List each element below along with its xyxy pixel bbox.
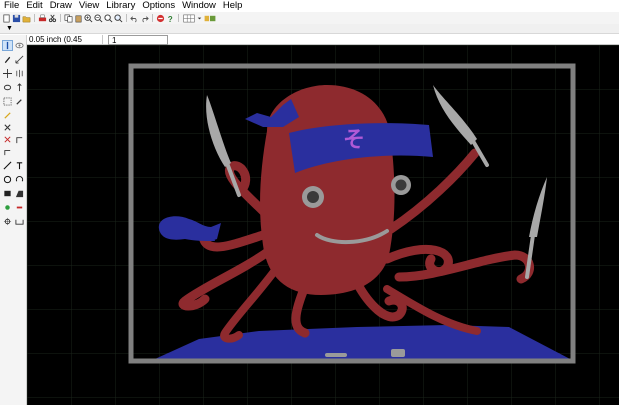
delete-icon[interactable] bbox=[2, 122, 13, 133]
grid-icon[interactable] bbox=[182, 14, 196, 23]
menu-edit[interactable]: Edit bbox=[22, 0, 45, 12]
bus-icon[interactable] bbox=[2, 134, 13, 145]
open-folder-icon[interactable] bbox=[22, 14, 31, 23]
command-input[interactable]: 1 bbox=[108, 34, 168, 45]
zoom-fit-icon[interactable] bbox=[104, 13, 113, 23]
menu-bar: File Edit Draw View Library Options Wind… bbox=[0, 0, 619, 12]
flip-icon[interactable] bbox=[14, 82, 25, 93]
zoom-window-icon[interactable] bbox=[114, 13, 123, 23]
coordinate-bar: 0.05 inch (0.45 -0.05) 1 bbox=[27, 34, 619, 54]
bandana-symbol: そ bbox=[343, 128, 365, 153]
copy-icon[interactable] bbox=[64, 14, 73, 23]
menu-draw[interactable]: Draw bbox=[46, 0, 75, 12]
chevron-down-icon[interactable] bbox=[197, 14, 202, 23]
artwork: そ bbox=[27, 45, 619, 405]
toolbar-separator bbox=[126, 14, 127, 22]
mirror-icon[interactable] bbox=[14, 68, 25, 79]
main-toolbar: ? bbox=[0, 12, 619, 24]
redo-icon[interactable] bbox=[140, 14, 149, 23]
bottom-detail-right bbox=[391, 349, 405, 357]
menu-library[interactable]: Library bbox=[102, 0, 138, 12]
toolbar-separator bbox=[60, 14, 61, 22]
save-icon[interactable] bbox=[12, 14, 21, 23]
library-icon[interactable] bbox=[203, 14, 217, 23]
move-icon[interactable] bbox=[2, 68, 13, 79]
dimension-icon[interactable] bbox=[14, 216, 25, 227]
coordinate-readout: 0.05 inch (0.45 -0.05) bbox=[27, 34, 103, 54]
circle-icon[interactable] bbox=[2, 174, 13, 185]
line-icon[interactable] bbox=[2, 160, 13, 171]
toolbar-separator bbox=[178, 14, 179, 22]
select-icon[interactable] bbox=[2, 40, 13, 51]
menu-options[interactable]: Options bbox=[138, 0, 178, 12]
wire-icon[interactable] bbox=[2, 110, 13, 121]
drawing-canvas[interactable]: そ bbox=[27, 45, 619, 405]
route-icon[interactable] bbox=[2, 146, 13, 157]
help-icon[interactable]: ? bbox=[166, 14, 175, 23]
secondary-toolbar: ▼ bbox=[0, 24, 619, 34]
cut-icon[interactable] bbox=[48, 14, 57, 23]
arc-icon[interactable] bbox=[14, 174, 25, 185]
pen-icon[interactable] bbox=[2, 54, 13, 65]
zoom-out-icon[interactable] bbox=[94, 13, 103, 23]
text-icon[interactable] bbox=[14, 160, 25, 171]
toolbar-separator bbox=[34, 14, 35, 22]
new-file-icon[interactable] bbox=[2, 14, 11, 23]
polygon-icon[interactable] bbox=[14, 188, 25, 199]
stop-icon[interactable] bbox=[156, 14, 165, 23]
menu-help[interactable]: Help bbox=[219, 0, 246, 12]
box-select-icon[interactable] bbox=[2, 96, 13, 107]
rotate-icon[interactable] bbox=[2, 82, 13, 93]
dot-green-icon[interactable] bbox=[2, 202, 13, 213]
toolbar-separator bbox=[152, 14, 153, 22]
menu-window[interactable]: Window bbox=[178, 0, 219, 12]
dot-red-icon[interactable] bbox=[14, 202, 25, 213]
hole-icon[interactable] bbox=[2, 216, 13, 227]
chevron-down-icon[interactable]: ▼ bbox=[6, 24, 13, 34]
rect-icon[interactable] bbox=[2, 188, 13, 199]
eye-icon[interactable] bbox=[14, 40, 25, 51]
undo-icon[interactable] bbox=[130, 14, 139, 23]
zoom-in-icon[interactable] bbox=[84, 13, 93, 23]
paste-icon[interactable] bbox=[74, 14, 83, 23]
tool-palette bbox=[0, 35, 27, 405]
print-icon[interactable] bbox=[38, 14, 47, 23]
bottom-detail-left bbox=[325, 353, 347, 357]
svg-text:?: ? bbox=[168, 15, 173, 23]
net-icon[interactable] bbox=[14, 134, 25, 145]
measure-icon[interactable] bbox=[14, 54, 25, 65]
pipette-icon[interactable] bbox=[14, 96, 25, 107]
menu-file[interactable]: File bbox=[0, 0, 22, 12]
menu-view[interactable]: View bbox=[75, 0, 102, 12]
